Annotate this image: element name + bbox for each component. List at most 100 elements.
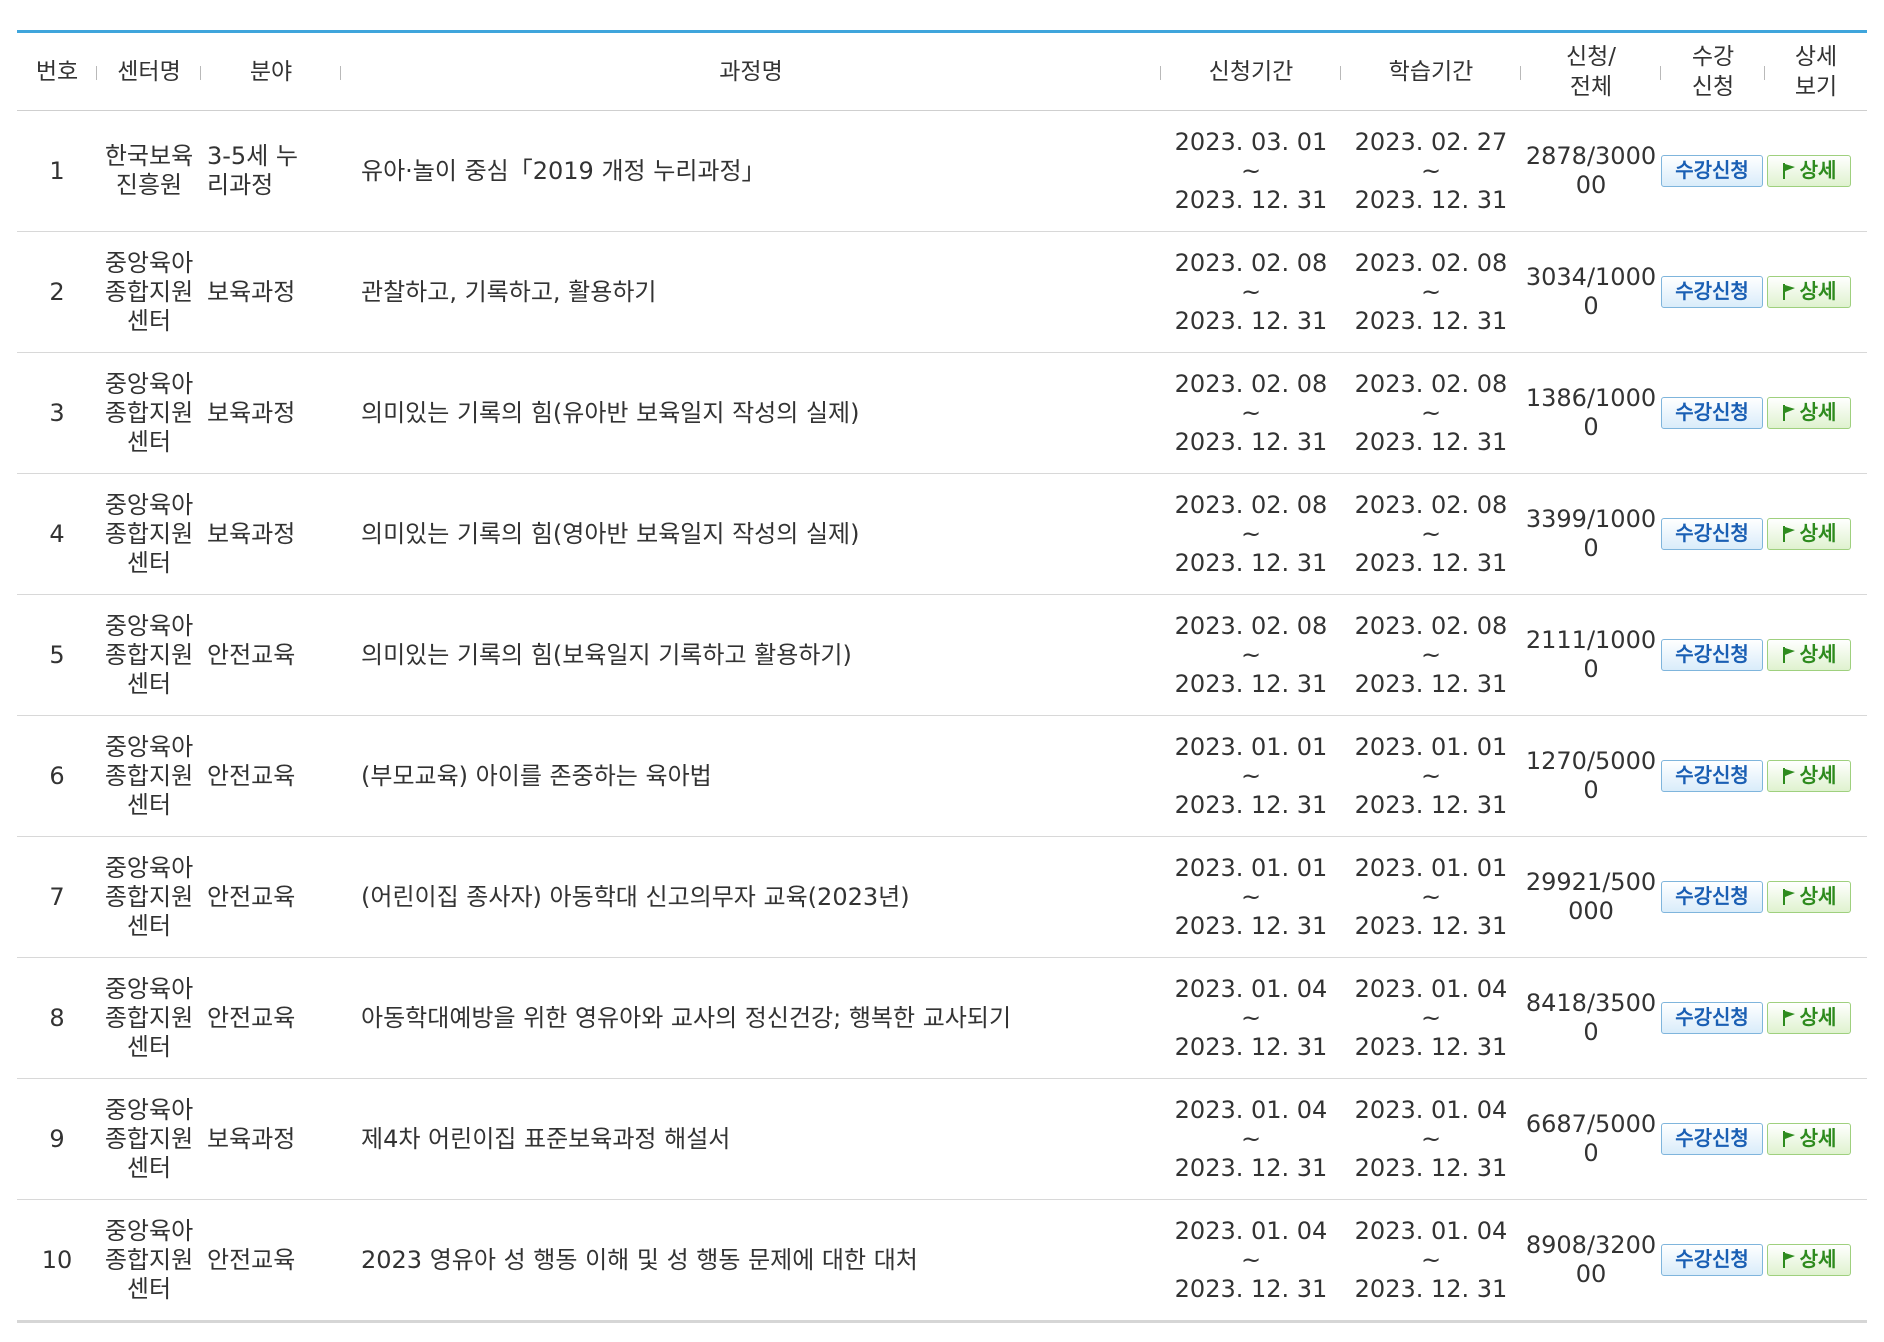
row-center-line: 종합지원	[104, 761, 194, 790]
detail-button[interactable]: 상세	[1767, 1244, 1851, 1276]
study-period: 2023. 01. 04 ~2023. 12. 31	[1341, 1078, 1521, 1200]
enroll-count: 1386/10000	[1521, 352, 1661, 474]
row-center-line: 중앙육아	[104, 1216, 194, 1245]
apply-end-date: 2023. 12. 31	[1174, 548, 1328, 577]
header-no: 번호	[17, 31, 97, 111]
apply-start-date: 2023. 03. 01	[1174, 127, 1328, 156]
row-field-line: 보육과정	[207, 398, 296, 427]
row-field: 안전교육	[201, 594, 341, 716]
row-center-line: 중앙육아	[104, 490, 194, 519]
detail-button[interactable]: 상세	[1767, 881, 1851, 913]
period-tilde: ~	[1240, 156, 1262, 185]
row-field: 안전교육	[201, 836, 341, 958]
flag-icon	[1782, 889, 1795, 905]
row-number: 1	[17, 110, 97, 232]
enroll-apply-button[interactable]: 수강신청	[1661, 1244, 1763, 1276]
apply-period: 2023. 02. 08 ~2023. 12. 31	[1161, 352, 1341, 474]
detail-button[interactable]: 상세	[1767, 639, 1851, 671]
course-title[interactable]: (어린이집 종사자) 아동학대 신고의무자 교육(2023년)	[341, 836, 1161, 958]
course-list: 번호 센터명 분야 과정명 신청기간 학습기간 신청/전체 수강 신청 상세 보기 …	[17, 30, 1867, 1323]
row-center-line: 종합지원	[104, 519, 194, 548]
row-center: 중앙육아 종합지원 센터	[97, 594, 201, 716]
header-detail: 상세 보기	[1765, 31, 1867, 111]
row-number: 9	[17, 1078, 97, 1200]
detail-button[interactable]: 상세	[1767, 1002, 1851, 1034]
header-enroll: 수강 신청	[1661, 31, 1765, 111]
period-tilde: ~	[1420, 882, 1442, 911]
study-start-date: 2023. 02. 08	[1354, 369, 1508, 398]
period-tilde: ~	[1240, 519, 1262, 548]
detail-button[interactable]: 상세	[1767, 276, 1851, 308]
enroll-apply-button[interactable]: 수강신청	[1661, 518, 1763, 550]
course-title[interactable]: 2023 영유아 성 행동 이해 및 성 행동 문제에 대한 대처	[341, 1199, 1161, 1323]
course-title[interactable]: 아동학대예방을 위한 영유아와 교사의 정신건강; 행복한 교사되기	[341, 957, 1161, 1079]
study-period: 2023. 01. 01 ~2023. 12. 31	[1341, 836, 1521, 958]
row-center-line: 중앙육아	[104, 732, 194, 761]
apply-period: 2023. 03. 01 ~2023. 12. 31	[1161, 110, 1341, 232]
header-detail-line2: 보기	[1794, 73, 1838, 100]
enroll-apply-button[interactable]: 수강신청	[1661, 1002, 1763, 1034]
course-title[interactable]: (부모교육) 아이를 존중하는 육아법	[341, 715, 1161, 837]
study-start-date: 2023. 01. 04	[1354, 974, 1508, 1003]
row-center-line: 진흥원	[115, 171, 183, 199]
enroll-count: 8418/35000	[1521, 957, 1661, 1079]
apply-end-date: 2023. 12. 31	[1174, 306, 1328, 335]
detail-button-label: 상세	[1799, 158, 1837, 182]
row-field-line: 3-5세 누	[207, 142, 298, 170]
apply-start-date: 2023. 01. 04	[1174, 1095, 1328, 1124]
enroll-apply-button[interactable]: 수강신청	[1661, 276, 1763, 308]
row-actions: 수강신청 상세	[1661, 1199, 1867, 1323]
header-count: 신청/전체	[1521, 31, 1661, 111]
detail-button[interactable]: 상세	[1767, 155, 1851, 187]
enroll-apply-button[interactable]: 수강신청	[1661, 155, 1763, 187]
detail-button[interactable]: 상세	[1767, 1123, 1851, 1155]
enroll-apply-button[interactable]: 수강신청	[1661, 881, 1763, 913]
row-actions: 수강신청 상세	[1661, 957, 1867, 1079]
study-period: 2023. 01. 01 ~2023. 12. 31	[1341, 715, 1521, 837]
row-field-line: 리과정	[207, 171, 274, 199]
row-center: 중앙육아 종합지원 센터	[97, 231, 201, 353]
apply-period: 2023. 02. 08 ~2023. 12. 31	[1161, 473, 1341, 595]
course-title[interactable]: 의미있는 기록의 힘(영아반 보육일지 작성의 실제)	[341, 473, 1161, 595]
apply-end-date: 2023. 12. 31	[1174, 790, 1328, 819]
detail-button-label: 상세	[1799, 279, 1837, 303]
header-count-line2: 전체	[1569, 73, 1613, 100]
period-tilde: ~	[1240, 1245, 1262, 1274]
row-field: 보육과정	[201, 231, 341, 353]
study-period: 2023. 01. 04 ~2023. 12. 31	[1341, 1199, 1521, 1323]
enroll-apply-button[interactable]: 수강신청	[1661, 639, 1763, 671]
course-title[interactable]: 의미있는 기록의 힘(유아반 보육일지 작성의 실제)	[341, 352, 1161, 474]
apply-end-date: 2023. 12. 31	[1174, 185, 1328, 214]
row-center-line: 중앙육아	[104, 853, 194, 882]
detail-button-label: 상세	[1799, 521, 1837, 545]
course-title[interactable]: 제4차 어린이집 표준보육과정 해설서	[341, 1078, 1161, 1200]
detail-button[interactable]: 상세	[1767, 397, 1851, 429]
enroll-apply-button[interactable]: 수강신청	[1661, 1123, 1763, 1155]
period-tilde: ~	[1420, 761, 1442, 790]
apply-end-date: 2023. 12. 31	[1174, 1274, 1328, 1303]
apply-period: 2023. 02. 08 ~2023. 12. 31	[1161, 594, 1341, 716]
study-end-date: 2023. 12. 31	[1354, 427, 1508, 456]
course-title[interactable]: 유아·놀이 중심「2019 개정 누리과정」	[341, 110, 1161, 232]
row-number: 4	[17, 473, 97, 595]
row-field-line: 보육과정	[207, 1124, 296, 1153]
row-center-line: 센터	[126, 306, 172, 335]
detail-button[interactable]: 상세	[1767, 518, 1851, 550]
header-course: 과정명	[341, 31, 1161, 111]
row-center-line: 한국보육	[104, 142, 194, 170]
row-actions: 수강신청 상세	[1661, 1078, 1867, 1200]
period-tilde: ~	[1420, 398, 1442, 427]
study-start-date: 2023. 02. 27	[1354, 127, 1508, 156]
course-title[interactable]: 관찰하고, 기록하고, 활용하기	[341, 231, 1161, 353]
detail-button-label: 상세	[1799, 642, 1837, 666]
row-center: 중앙육아 종합지원 센터	[97, 715, 201, 837]
row-center-line: 센터	[126, 669, 172, 698]
row-center-line: 종합지원	[104, 1003, 194, 1032]
enroll-apply-button[interactable]: 수강신청	[1661, 760, 1763, 792]
enroll-apply-button[interactable]: 수강신청	[1661, 397, 1763, 429]
detail-button[interactable]: 상세	[1767, 760, 1851, 792]
study-start-date: 2023. 01. 01	[1354, 853, 1508, 882]
course-title[interactable]: 의미있는 기록의 힘(보육일지 기록하고 활용하기)	[341, 594, 1161, 716]
row-field-line: 보육과정	[207, 519, 296, 548]
period-tilde: ~	[1420, 640, 1442, 669]
